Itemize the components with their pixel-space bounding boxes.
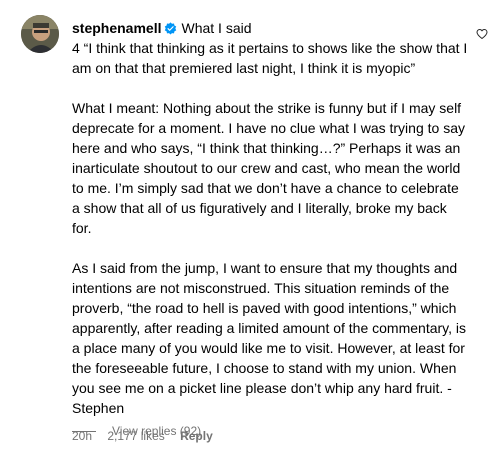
verified-badge-icon <box>165 22 177 35</box>
heart-icon[interactable] <box>476 28 488 40</box>
comment-paragraph: What I meant: Nothing about the strike i… <box>72 100 465 236</box>
comment-paragraph: 4 “I think that thinking as it pertains … <box>72 40 468 76</box>
view-replies-button[interactable]: View replies (92) <box>72 423 201 439</box>
avatar[interactable] <box>21 15 59 53</box>
comment-paragraph: As I said from the jump, I want to ensur… <box>72 260 467 416</box>
view-replies-label: View replies (92) <box>112 424 202 438</box>
divider-dash <box>72 430 96 432</box>
comment-header-text: What I said <box>181 20 252 36</box>
comment-header: stephenamell What I said <box>72 18 470 38</box>
username-link[interactable]: stephenamell <box>72 20 161 36</box>
comment: stephenamell What I said 4 “I think that… <box>0 0 500 451</box>
comment-body: stephenamell What I said 4 “I think that… <box>72 18 470 444</box>
